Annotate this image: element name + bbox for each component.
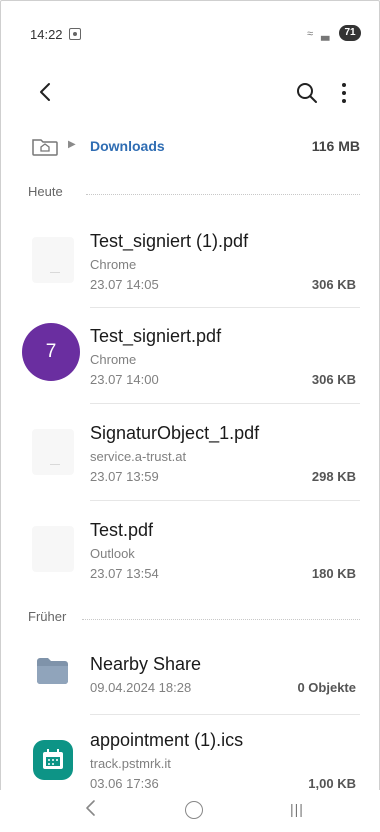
file-size: 298 KB bbox=[311, 469, 356, 484]
status-bar: 14:22 ≈ ▃ 71 bbox=[0, 0, 380, 64]
section-header-earlier: Früher bbox=[28, 609, 360, 629]
more-options-button[interactable] bbox=[332, 80, 356, 106]
back-button[interactable] bbox=[34, 80, 58, 104]
file-size: 306 KB bbox=[311, 277, 356, 292]
section-label: Früher bbox=[28, 609, 67, 624]
row-divider bbox=[90, 307, 360, 308]
file-source: track.pstmrk.it bbox=[90, 756, 171, 771]
file-date: 03.06 17:36 bbox=[90, 776, 159, 791]
home-folder-icon bbox=[32, 139, 58, 156]
file-name: Test_signiert.pdf bbox=[90, 326, 222, 346]
folder-icon bbox=[37, 658, 68, 684]
file-date: 23.07 14:00 bbox=[90, 372, 159, 387]
nav-recents-button[interactable]: ||| bbox=[290, 801, 304, 817]
calendar-icon bbox=[33, 740, 73, 780]
file-name: Test_signiert (1).pdf bbox=[90, 231, 249, 251]
section-label: Heute bbox=[28, 184, 63, 199]
file-date: 23.07 13:54 bbox=[90, 566, 159, 581]
step-badge: 7 bbox=[22, 323, 80, 381]
folder-item-count: 0 Objekte bbox=[297, 680, 356, 695]
file-row[interactable]: Test_signiert (1).pdf Chrome 23.07 14:05… bbox=[0, 215, 380, 308]
file-row[interactable]: SignaturObject_1.pdf service.a-trust.at … bbox=[0, 407, 380, 501]
file-name: SignaturObject_1.pdf bbox=[90, 423, 260, 443]
pdf-thumbnail bbox=[32, 526, 74, 572]
folder-date: 09.04.2024 18:28 bbox=[90, 680, 192, 695]
search-icon bbox=[297, 83, 317, 103]
file-source: Chrome bbox=[90, 257, 137, 272]
file-size: 1,00 KB bbox=[308, 776, 356, 791]
chevron-left-icon bbox=[40, 83, 50, 101]
pdf-thumbnail bbox=[32, 429, 74, 475]
search-button[interactable] bbox=[294, 80, 320, 106]
file-row[interactable]: Test.pdf Outlook 23.07 13:54 180 KB bbox=[0, 504, 380, 596]
section-divider bbox=[86, 194, 360, 195]
row-divider bbox=[90, 403, 360, 404]
file-date: 23.07 13:59 bbox=[90, 469, 159, 484]
folder-name: Nearby Share bbox=[90, 654, 202, 674]
file-size: 306 KB bbox=[311, 372, 356, 387]
screenshot-icon bbox=[69, 28, 81, 40]
nav-back-button[interactable] bbox=[82, 798, 100, 818]
row-divider bbox=[90, 500, 360, 501]
battery-indicator: 71 bbox=[339, 25, 361, 41]
file-source: service.a-trust.at bbox=[90, 449, 187, 464]
breadcrumb-arrow-icon: ▶ bbox=[68, 139, 76, 150]
wifi-icon: ≈ bbox=[307, 28, 314, 40]
file-source: Chrome bbox=[90, 352, 137, 367]
home-folder-button[interactable] bbox=[31, 136, 59, 156]
signal-icon: ▃ bbox=[321, 29, 330, 41]
more-vert-icon bbox=[342, 83, 346, 103]
file-date: 23.07 14:05 bbox=[90, 277, 159, 292]
section-divider bbox=[82, 619, 360, 620]
row-divider bbox=[90, 714, 360, 715]
file-source: Outlook bbox=[90, 546, 135, 561]
breadcrumb-downloads[interactable]: Downloads bbox=[90, 138, 165, 154]
storage-size: 116 MB bbox=[311, 138, 360, 154]
status-time: 14:22 bbox=[30, 27, 63, 42]
pdf-thumbnail bbox=[32, 237, 74, 283]
file-name: Test.pdf bbox=[90, 520, 154, 540]
section-header-today: Heute bbox=[28, 184, 360, 204]
nav-home-button[interactable] bbox=[185, 801, 203, 819]
file-size: 180 KB bbox=[311, 566, 356, 581]
file-name: appointment (1).ics bbox=[90, 730, 244, 750]
nav-back-icon bbox=[86, 800, 95, 816]
